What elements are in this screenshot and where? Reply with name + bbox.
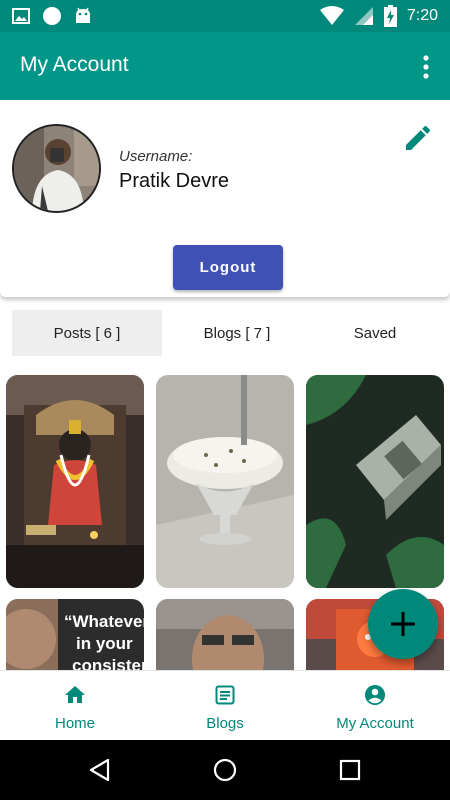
avatar-image: [14, 126, 99, 211]
android-icon: [76, 7, 90, 23]
logout-button[interactable]: Logout: [173, 245, 283, 290]
status-left-icons: [12, 6, 92, 26]
edit-icon[interactable]: [402, 122, 434, 154]
app-bar: My Account: [0, 32, 450, 100]
image-icon: [12, 8, 30, 24]
nav-label-my-account: My Account: [336, 715, 414, 732]
nav-label-home: Home: [54, 715, 95, 732]
system-navigation-bar: [0, 740, 450, 800]
wifi-icon: [319, 6, 344, 25]
quote-line-3: consister: [72, 656, 144, 670]
nav-item-home[interactable]: Home: [0, 671, 150, 741]
profile-tabs: Posts [ 6 ] Blogs [ 7 ] Saved: [12, 310, 438, 356]
quote-line-2: in your: [76, 634, 133, 653]
post-thumbnail[interactable]: “Whatever in your consister: [6, 599, 144, 670]
plus-icon: [391, 612, 415, 636]
tab-blogs[interactable]: Blogs [ 7 ]: [162, 310, 312, 356]
nav-item-blogs[interactable]: Blogs: [150, 671, 300, 741]
post-thumbnail[interactable]: [6, 375, 144, 588]
username-label: Username:: [119, 148, 193, 165]
post-thumbnail[interactable]: [306, 375, 444, 588]
back-icon[interactable]: [88, 758, 112, 782]
post-thumbnail[interactable]: [156, 599, 294, 670]
quote-line-1: “Whatever: [64, 612, 144, 631]
circle-icon: [43, 7, 61, 25]
status-time: 7:20: [406, 7, 438, 24]
stapler-photo: [306, 375, 444, 588]
bottom-navigation: Home Blogs My Account: [0, 670, 450, 740]
status-right-icons: 7:20: [319, 5, 438, 27]
shrine-photo: [6, 375, 144, 588]
tab-posts[interactable]: Posts [ 6 ]: [12, 310, 162, 356]
username-value: Pratik Devre: [119, 170, 230, 192]
account-circle-icon: [365, 685, 385, 705]
home-icon: [65, 686, 85, 703]
profile-card: Username: Pratik Devre Logout: [0, 100, 450, 297]
article-icon: [215, 685, 235, 705]
recents-icon[interactable]: [339, 759, 361, 781]
quote-photo: “Whatever in your consister: [6, 599, 144, 670]
nav-label-blogs: Blogs: [206, 715, 244, 732]
signal-icon: [354, 7, 373, 25]
selfie-photo: [156, 599, 294, 670]
add-post-fab[interactable]: [368, 589, 438, 659]
avatar[interactable]: [12, 124, 101, 213]
battery-charging-icon: [383, 5, 397, 27]
app-title: My Account: [20, 53, 129, 76]
dessert-photo: [156, 375, 294, 588]
more-vert-icon[interactable]: [422, 54, 430, 80]
nav-item-my-account[interactable]: My Account: [300, 671, 450, 741]
post-thumbnail[interactable]: [156, 375, 294, 588]
home-circle-icon[interactable]: [213, 758, 237, 782]
status-bar: 7:20: [0, 0, 450, 32]
tab-saved[interactable]: Saved: [312, 310, 438, 356]
